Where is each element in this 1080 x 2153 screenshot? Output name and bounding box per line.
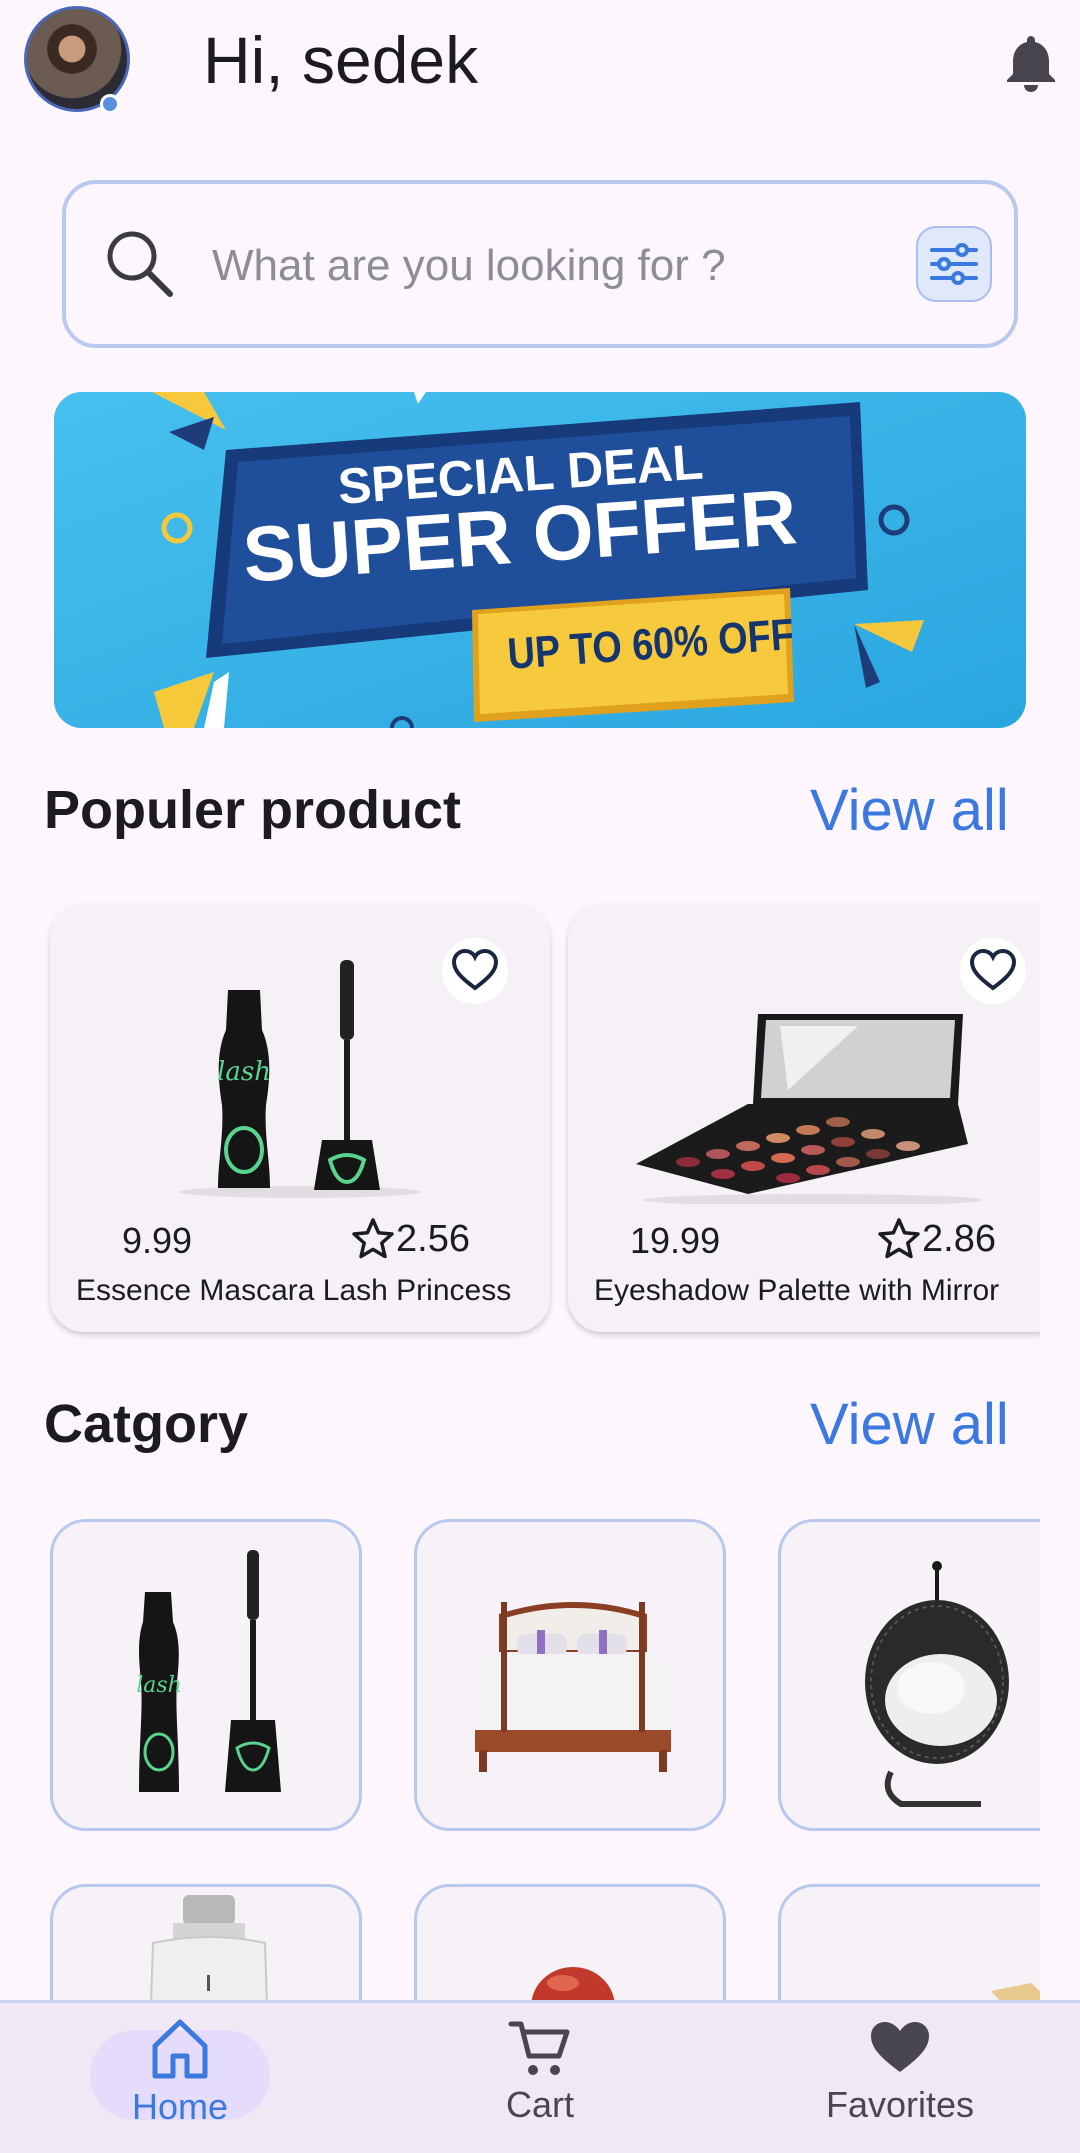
nav-cart[interactable]: Cart [450,2016,630,2146]
category-tile[interactable]: lash [50,1519,362,1831]
category-section-title: Catgory [44,1394,249,1454]
apple-image [531,1967,615,2000]
product-rating: 2.86 [876,1216,996,1262]
star-outline-icon [878,1218,920,1259]
product-price: 9.99 [122,1220,193,1261]
product-rating: 2.56 [350,1216,470,1262]
product-card[interactable]: lash 9.99 2.56 Essence Mascara Lash Prin… [50,904,550,1332]
star-outline-icon [352,1218,394,1259]
nav-cart-label: Cart [505,2084,574,2125]
category-tile[interactable] [778,1884,1040,2000]
favorite-button[interactable] [960,938,1026,1004]
category-grid: lash [0,1510,1040,2000]
filter-button[interactable] [916,226,992,302]
nav-favorites[interactable]: Favorites [810,2016,990,2146]
category-tile[interactable] [778,1519,1040,1831]
sliders-icon [930,243,978,285]
heart-outline-icon [451,948,499,991]
svg-text:lash: lash [217,1057,271,1087]
rating-value: 2.56 [396,1217,470,1260]
heart-filled-icon [871,2022,929,2072]
nav-home[interactable]: Home [90,2016,270,2146]
bed-image [475,1602,671,1772]
popular-section-title: Populer product [44,780,461,840]
rating-value: 2.86 [922,1217,996,1260]
category-view-all-link[interactable]: View all [810,1390,1009,1460]
promo-banner[interactable]: SPECIAL DEAL SUPER OFFER UP TO 60% OFF [54,392,1026,728]
mascara-image: lash [136,1550,281,1792]
notification-bell-icon[interactable] [1003,32,1059,92]
heart-outline-icon [969,948,1017,991]
product-price: 19.99 [630,1220,721,1261]
eyeshadow-palette-image [636,1014,983,1204]
category-item-image [991,1983,1040,2000]
hanging-chair-image [865,1561,1009,1807]
popular-view-all-link[interactable]: View all [810,776,1009,846]
search-icon[interactable] [104,228,174,298]
cart-icon [508,2021,570,2075]
avatar-status-badge [100,94,120,114]
nav-favorites-label: Favorites [825,2084,975,2125]
product-name: Eyeshadow Palette with Mirror [594,1274,1000,1307]
product-card[interactable]: 19.99 2.86 Eyeshadow Palette with Mirror [568,904,1040,1332]
svg-text:lash: lash [136,1673,182,1698]
nav-home-label: Home [131,2086,229,2127]
product-name: Essence Mascara Lash Princess [76,1274,512,1307]
category-tile[interactable] [414,1519,726,1831]
popular-products-list: lash 9.99 2.56 Essence Mascara Lash Prin… [0,900,1040,1340]
mascara-image: lash [180,960,420,1198]
greeting-text: Hi, sedek [203,23,479,97]
perfume-bottle-image [150,1895,268,2000]
category-tile[interactable] [414,1884,726,2000]
category-tile[interactable] [50,1884,362,2000]
home-icon [152,2019,208,2079]
favorite-button[interactable] [442,938,508,1004]
search-input[interactable] [212,236,892,296]
